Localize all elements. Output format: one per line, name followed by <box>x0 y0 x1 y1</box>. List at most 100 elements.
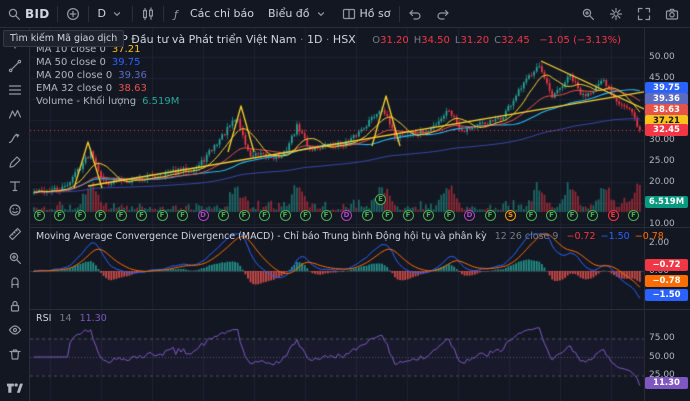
indicator-label: EMA 32 close 0 <box>36 83 112 94</box>
event-marker[interactable]: D <box>198 210 209 221</box>
indicator-value: 39.36 <box>118 70 147 81</box>
legend-separator: · <box>296 33 307 46</box>
text-tool[interactable] <box>7 178 23 194</box>
event-marker[interactable]: F <box>403 210 414 221</box>
indicator-legend-item[interactable]: MA 200 close 0 39.36 <box>36 70 147 81</box>
pane-separator-rsi[interactable] <box>30 309 690 310</box>
event-marker[interactable]: F <box>444 210 455 221</box>
price-badge: 6.519M <box>645 196 688 208</box>
event-marker[interactable]: D <box>341 210 352 221</box>
pattern-tool[interactable] <box>7 106 23 122</box>
price-badge: 32.45 <box>645 124 688 136</box>
event-marker[interactable]: F <box>218 210 229 221</box>
pane-separator-macd[interactable] <box>30 227 690 228</box>
trend-line-icon <box>8 61 22 76</box>
event-marker[interactable]: F <box>259 210 270 221</box>
indicator-legend-item[interactable]: EMA 32 close 0 38.63 <box>36 83 147 94</box>
event-marker[interactable]: D <box>464 210 475 221</box>
interval-button[interactable]: D <box>90 1 130 27</box>
brush-icon <box>8 157 22 172</box>
profile-label: Hồ sơ <box>360 7 391 20</box>
event-marker[interactable]: F <box>34 210 45 221</box>
symbol-search-button[interactable]: BID <box>0 1 56 27</box>
forecast-tool[interactable] <box>7 130 23 146</box>
event-marker[interactable]: F <box>280 210 291 221</box>
measure-tool[interactable] <box>7 226 23 242</box>
redo-button[interactable] <box>429 1 457 27</box>
event-marker[interactable]: F <box>362 210 373 221</box>
hide-drawings-tool[interactable] <box>7 322 23 338</box>
ohlc-label: O <box>372 35 380 46</box>
remove-drawings-tool[interactable] <box>7 346 23 362</box>
event-marker[interactable]: F <box>157 210 168 221</box>
symbol-label: BID <box>25 7 49 21</box>
event-marker[interactable]: F <box>546 210 557 221</box>
emoji-tool[interactable] <box>7 202 23 218</box>
zoom-in-tool[interactable] <box>7 250 23 266</box>
compare-add-button[interactable] <box>59 1 87 27</box>
event-marker[interactable]: F <box>239 210 250 221</box>
rsi-legend[interactable]: RSI 14 11.30 <box>36 313 107 324</box>
snapshot-button[interactable] <box>658 1 686 27</box>
profile-button[interactable]: Hồ sơ <box>335 1 398 27</box>
price-tick: 20.00 <box>649 177 675 187</box>
fib-retracement-tool[interactable] <box>7 82 23 98</box>
redo-arrow-icon <box>436 7 450 21</box>
event-marker[interactable]: F <box>54 210 65 221</box>
ohlc-value: 34.50 <box>421 35 450 46</box>
event-marker[interactable]: F <box>75 210 86 221</box>
change-value: −1.05 (−3.13%) <box>539 35 621 46</box>
symbol-legend[interactable]: MCP Đầu tư và Phát triển Việt Nam · 1D ·… <box>104 33 621 46</box>
interval-label: D <box>97 7 105 20</box>
magnet-tool[interactable] <box>7 274 23 290</box>
xabcd-pattern-icon <box>8 109 22 124</box>
event-marker[interactable]: F <box>526 210 537 221</box>
topbar-right-group <box>574 1 690 27</box>
legend-separator: · <box>322 33 333 46</box>
ruler-icon <box>8 229 22 244</box>
macd-value: −0.72 <box>566 231 595 242</box>
indicators-button[interactable]: ƒ Các chỉ báo <box>165 1 261 27</box>
event-marker[interactable]: F <box>423 210 434 221</box>
undo-button[interactable] <box>401 1 429 27</box>
event-marker[interactable]: F <box>177 210 188 221</box>
ohlc-value: 31.20 <box>380 35 409 46</box>
indicator-value: 38.63 <box>118 83 147 94</box>
search-icon <box>7 7 21 21</box>
event-marker[interactable]: F <box>95 210 106 221</box>
event-marker[interactable]: S <box>505 210 516 221</box>
fullscreen-button[interactable] <box>630 1 658 27</box>
event-marker[interactable]: F <box>587 210 598 221</box>
macd-legend[interactable]: Moving Average Convergence Divergence (M… <box>36 231 664 242</box>
event-marker[interactable]: F <box>321 210 332 221</box>
lock-drawings-tool[interactable] <box>7 298 23 314</box>
settings-button[interactable] <box>602 1 630 27</box>
event-marker[interactable]: F <box>382 210 393 221</box>
legend-exchange: HSX <box>333 33 356 46</box>
quick-search-button[interactable] <box>574 1 602 27</box>
event-marker-elevated[interactable]: E <box>375 194 386 205</box>
candlestick-icon <box>141 7 155 21</box>
event-marker[interactable]: F <box>136 210 147 221</box>
indicator-value: 6.519M <box>142 96 179 107</box>
event-marker[interactable]: F <box>567 210 578 221</box>
chart-type-button[interactable] <box>134 1 162 27</box>
brush-tool[interactable] <box>7 154 23 170</box>
lock-icon <box>8 301 22 316</box>
tradingview-logo[interactable] <box>5 379 25 397</box>
indicator-legend-item[interactable]: Volume - Khối lượng6.519M <box>36 96 179 107</box>
trend-line-tool[interactable] <box>7 58 23 74</box>
event-marker[interactable]: E <box>608 210 619 221</box>
chart-menu-button[interactable]: Biểu đồ <box>261 1 335 27</box>
magnet-icon <box>8 277 22 292</box>
event-marker[interactable]: F <box>628 210 639 221</box>
zoom-in-icon <box>8 253 22 268</box>
indicator-label: MA 200 close 0 <box>36 70 112 81</box>
rsi-title: RSI <box>36 313 51 324</box>
event-marker[interactable]: F <box>485 210 496 221</box>
event-marker[interactable]: F <box>300 210 311 221</box>
indicator-legend-item[interactable]: MA 50 close 039.75 <box>36 57 141 68</box>
rsi-value: 11.30 <box>80 313 107 324</box>
event-marker[interactable]: F <box>116 210 127 221</box>
ohlc-values: O31.20H34.50L31.20C32.45 <box>367 35 530 46</box>
